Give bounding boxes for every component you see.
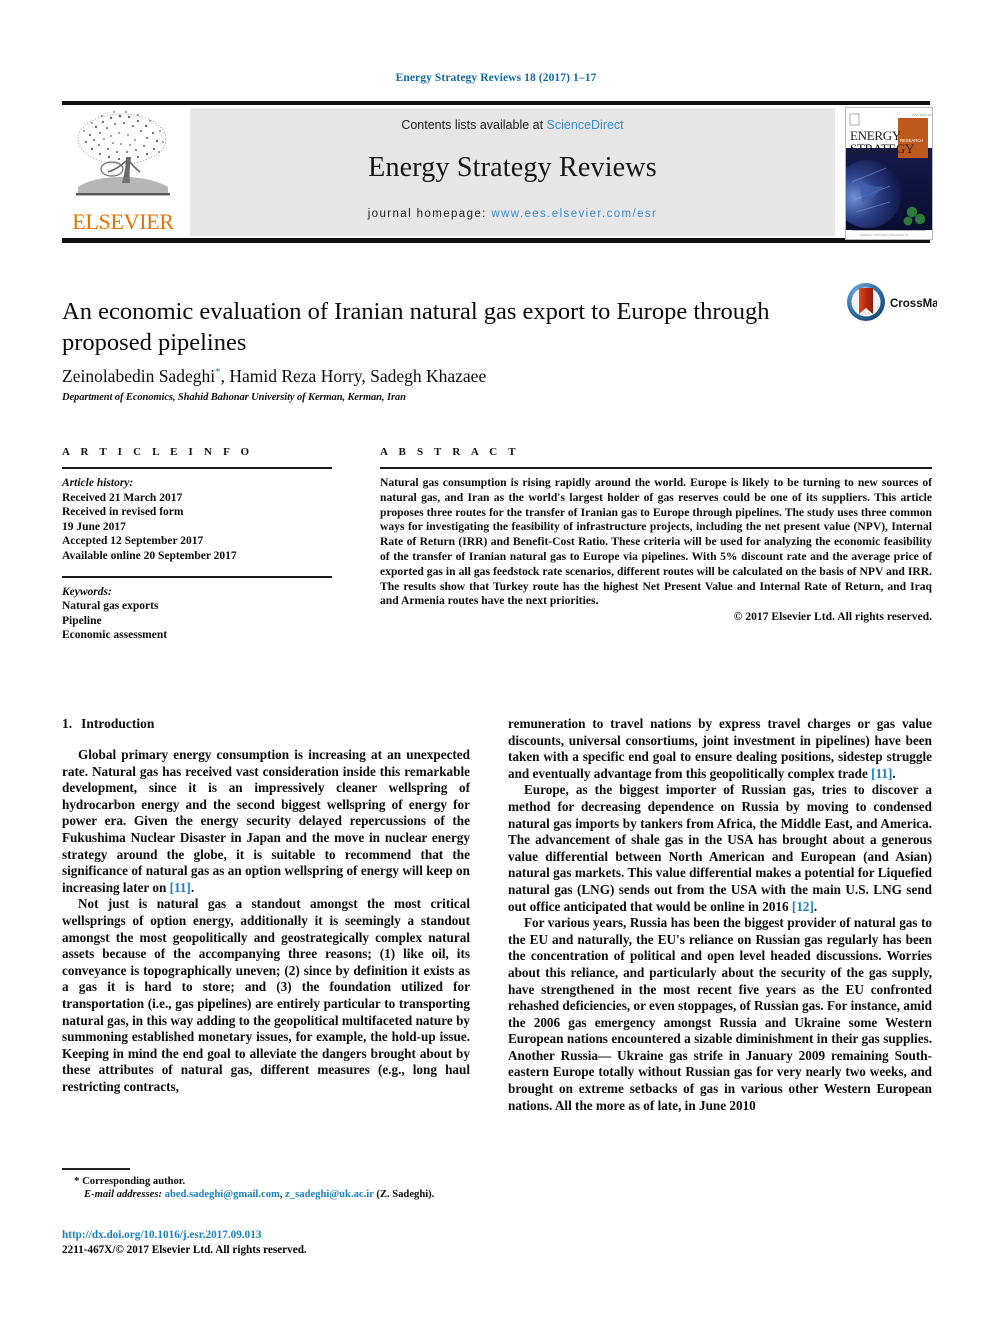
sciencedirect-link[interactable]: ScienceDirect	[547, 118, 624, 132]
keyword-item: Economic assessment	[62, 629, 168, 642]
paragraph-tail: .	[813, 898, 818, 914]
paragraph-text: Not just is natural gas a standout among…	[62, 896, 470, 1094]
footnote-rule	[62, 1168, 130, 1170]
paragraph-tail: .	[190, 879, 195, 895]
crossmark-label: CrossMark	[890, 298, 937, 310]
article-history-block: Article history: Received 21 March 2017 …	[62, 476, 332, 564]
author-list: Zeinolabedin Sadeghi*, Hamid Reza Horry,…	[62, 366, 487, 386]
footnote-block: * Corresponding author. E-mail addresses…	[62, 1168, 470, 1202]
history-item: Available online 20 September 2017	[62, 549, 237, 562]
svg-text:ISSN 2211-467X: ISSN 2211-467X	[912, 113, 932, 117]
elsevier-wordmark: ELSEVIER	[72, 209, 174, 234]
section-heading-introduction: 1. Introduction	[62, 716, 470, 732]
contents-prefix: Contents lists available at	[401, 118, 547, 132]
email-suffix: (Z. Sadeghi).	[376, 1189, 435, 1200]
email-link-2[interactable]: z_sadeghi@uk.ac.ir	[285, 1189, 374, 1200]
abstract-column: A B S T R A C T Natural gas consumption …	[380, 446, 932, 623]
citation-ref[interactable]: [11]	[871, 766, 892, 781]
journal-title: Energy Strategy Reviews	[368, 152, 657, 183]
journal-cover-art: RESEARCH ENERGY STRATEGY ISSN 2211-467X …	[846, 108, 932, 239]
paragraph: Not just is natural gas a standout among…	[62, 896, 470, 1095]
article-info-column: A R T I C L E I N F O Article history: R…	[62, 446, 332, 643]
history-item: Accepted 12 September 2017	[62, 535, 204, 548]
journal-cover-thumbnail: RESEARCH ENERGY STRATEGY ISSN 2211-467X …	[845, 107, 933, 240]
asterisk-icon: *	[74, 1174, 80, 1187]
citation-ref[interactable]: [12]	[792, 899, 814, 914]
paragraph-text: Europe, as the biggest importer of Russi…	[508, 782, 932, 914]
doi-block: http://dx.doi.org/10.1016/j.esr.2017.09.…	[62, 1228, 492, 1257]
paper-page: Energy Strategy Reviews 18 (2017) 1–17 E…	[0, 0, 992, 1323]
paragraph: Global primary energy consumption is inc…	[62, 747, 470, 896]
svg-text:STRATEGY: STRATEGY	[850, 141, 915, 156]
doi-link[interactable]: http://dx.doi.org/10.1016/j.esr.2017.09.…	[62, 1228, 492, 1243]
keywords-label: Keywords:	[62, 585, 112, 598]
abstract-heading: A B S T R A C T	[380, 446, 520, 458]
crossmark-badge[interactable]: CrossMark	[845, 280, 950, 324]
masthead-bottom-rule	[62, 238, 930, 243]
abstract-copyright: © 2017 Elsevier Ltd. All rights reserved…	[733, 610, 932, 624]
paragraph-text: remuneration to travel nations by expres…	[508, 716, 932, 781]
elsevier-tree-icon	[76, 111, 170, 196]
abstract-text: Natural gas consumption is rising rapidl…	[380, 476, 932, 608]
masthead-contents-box: Contents lists available at ScienceDirec…	[190, 108, 835, 236]
corresponding-author-text: Corresponding author.	[82, 1175, 186, 1187]
abstract-rule	[380, 467, 932, 469]
homepage-prefix: journal homepage:	[367, 208, 492, 220]
article-info-rule	[62, 467, 332, 469]
email-label: E-mail addresses:	[84, 1189, 162, 1200]
history-item: 19 June 2017	[62, 520, 126, 533]
body-column-right: remuneration to travel nations by expres…	[508, 716, 932, 1114]
journal-homepage-link[interactable]: www.ees.elsevier.com/esr	[491, 208, 657, 220]
citation-ref[interactable]: [11]	[170, 880, 191, 895]
section-number: 1.	[62, 716, 73, 731]
article-history-label: Article history:	[62, 477, 134, 489]
body-column-left: 1. Introduction Global primary energy con…	[62, 716, 470, 1095]
keyword-item: Natural gas exports	[62, 600, 159, 613]
paragraph-text: For various years, Russia has been the b…	[508, 915, 932, 1113]
email-link-1[interactable]: abed.sadeghi@gmail.com	[165, 1189, 280, 1200]
corresponding-author-line: * Corresponding author.	[62, 1175, 470, 1189]
keyword-item: Pipeline	[62, 614, 102, 627]
paragraph-text: Global primary energy consumption is inc…	[62, 747, 470, 895]
svg-text:ENERGY STRATEGY REVIEWS 18: ENERGY STRATEGY REVIEWS 18	[860, 233, 909, 237]
elsevier-logo: ELSEVIER	[62, 107, 184, 237]
section-title: Introduction	[81, 716, 155, 731]
paragraph: remuneration to travel nations by expres…	[508, 716, 932, 782]
keywords-rule	[62, 575, 332, 578]
contents-lists-line: Contents lists available at ScienceDirec…	[190, 118, 835, 132]
issn-copyright-line: 2211-467X/© 2017 Elsevier Ltd. All right…	[62, 1243, 307, 1256]
email-line: E-mail addresses: abed.sadeghi@gmail.com…	[62, 1188, 470, 1202]
history-item: Received in revised form	[62, 506, 184, 519]
masthead-top-rule	[62, 101, 930, 105]
crossmark-icon[interactable]: CrossMark	[845, 280, 950, 324]
article-info-heading: A R T I C L E I N F O	[62, 446, 254, 458]
affiliation: Department of Economics, Shahid Bahonar …	[62, 392, 406, 403]
paragraph-tail: .	[892, 765, 896, 781]
paragraph: For various years, Russia has been the b…	[508, 915, 932, 1114]
page-title: An economic evaluation of Iranian natura…	[62, 298, 770, 357]
paragraph: Europe, as the biggest importer of Russi…	[508, 782, 932, 915]
keywords-block: Keywords: Natural gas exports Pipeline E…	[62, 585, 332, 643]
history-item: Received 21 March 2017	[62, 491, 183, 504]
running-head: Energy Strategy Reviews 18 (2017) 1–17	[395, 72, 597, 84]
journal-homepage-line: journal homepage: www.ees.elsevier.com/e…	[190, 208, 835, 220]
